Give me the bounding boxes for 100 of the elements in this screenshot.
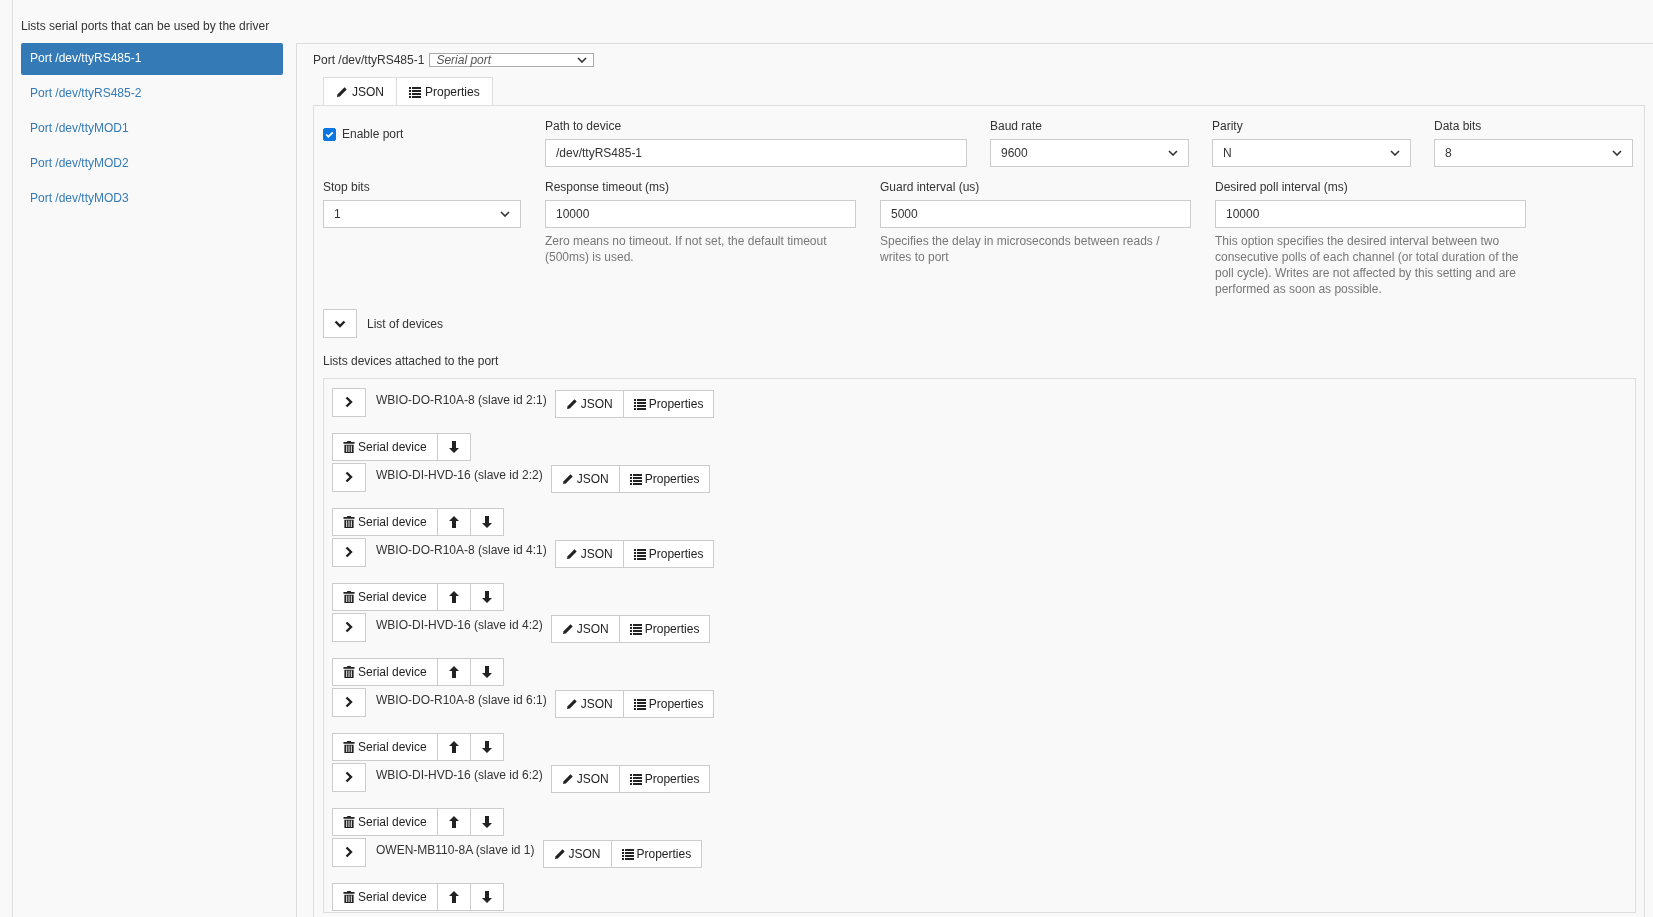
list-icon (633, 698, 646, 710)
properties-button[interactable]: Properties (622, 690, 715, 718)
move-down-button[interactable] (469, 808, 504, 836)
pencil-icon (561, 473, 574, 485)
move-down-button[interactable] (436, 433, 471, 461)
port-link[interactable]: Port /dev/ttyMOD3 (21, 183, 283, 215)
move-down-button[interactable] (469, 733, 504, 761)
list-icon (633, 398, 646, 410)
move-down-button[interactable] (469, 583, 504, 611)
field-label: Desired poll interval (ms) (1215, 180, 1349, 194)
json-button[interactable]: JSON (550, 765, 620, 793)
input-field[interactable]: /dev/ttyRS485-1 (545, 139, 967, 167)
json-button[interactable]: JSON (550, 615, 620, 643)
arrow-down-icon (480, 516, 493, 528)
input-field[interactable]: 5000 (880, 200, 1191, 228)
properties-button[interactable]: Properties (622, 540, 715, 568)
arrow-down-icon (447, 441, 460, 453)
collapse-button[interactable] (323, 309, 357, 338)
input-field[interactable]: 10000 (545, 200, 856, 228)
list-icon (629, 473, 642, 485)
chevron-down-icon (577, 57, 588, 63)
delete-device-button[interactable]: Serial device (332, 658, 438, 686)
port-title: Port /dev/ttyRS485-1 (313, 53, 425, 67)
chevron-right-icon (343, 396, 355, 408)
pencil-icon (561, 773, 574, 785)
select-field[interactable]: 1 (323, 200, 521, 228)
trash-icon (343, 741, 355, 753)
arrow-up-icon (447, 666, 460, 678)
move-up-button[interactable] (436, 508, 471, 536)
port-link[interactable]: Port /dev/ttyRS485-1 (21, 43, 283, 75)
list-icon (621, 848, 634, 860)
trash-icon (343, 891, 355, 903)
trash-icon (343, 441, 355, 453)
move-up-button[interactable] (436, 733, 471, 761)
move-down-button[interactable] (469, 883, 504, 911)
properties-button[interactable]: Properties (618, 615, 711, 643)
input-field[interactable]: 10000 (1215, 200, 1526, 228)
arrow-up-icon (447, 891, 460, 903)
pencil-icon (561, 623, 574, 635)
delete-device-button[interactable]: Serial device (332, 883, 438, 911)
help-text: This option specifies the desired interval between two consecutive polls of each channel (or total duration of the poll cycle). Writes are not affected by this setting and are performed as soon as possible. (1215, 233, 1520, 297)
move-down-button[interactable] (469, 508, 504, 536)
device-name: WBIO-DI-HVD-16 (slave id 6:2) (376, 768, 543, 782)
port-link[interactable]: Port /dev/ttyRS485-2 (21, 78, 283, 110)
move-up-button[interactable] (436, 583, 471, 611)
port-link[interactable]: Port /dev/ttyMOD2 (21, 148, 283, 180)
select-field[interactable]: N (1212, 139, 1411, 167)
move-up-button[interactable] (436, 808, 471, 836)
arrow-down-icon (480, 591, 493, 603)
delete-device-button[interactable]: Serial device (332, 433, 438, 461)
help-text: Zero means no timeout. If not set, the default timeout (500ms) is used. (545, 233, 828, 265)
move-down-button[interactable] (469, 658, 504, 686)
list-icon (633, 548, 646, 560)
delete-device-button[interactable]: Serial device (332, 508, 438, 536)
chevron-down-icon (500, 211, 510, 217)
properties-button[interactable]: Properties (622, 390, 715, 418)
editor-tab[interactable]: JSON (323, 77, 397, 105)
field-label: Path to device (545, 119, 623, 133)
expand-button[interactable] (332, 612, 366, 642)
devices-heading: Lists devices attached to the port (323, 354, 500, 368)
expand-button[interactable] (332, 537, 366, 567)
chevron-down-icon (1612, 150, 1622, 156)
properties-button[interactable]: Properties (610, 840, 703, 868)
field-label: Guard interval (us) (880, 180, 981, 194)
field-label: Response timeout (ms) (545, 180, 671, 194)
move-up-button[interactable] (436, 883, 471, 911)
expand-button[interactable] (332, 837, 366, 867)
select-field[interactable]: 8 (1434, 139, 1633, 167)
device-name: WBIO-DO-R10A-8 (slave id 4:1) (376, 543, 547, 557)
json-button[interactable]: JSON (554, 540, 624, 568)
expand-button[interactable] (332, 462, 366, 492)
pencil-icon (565, 398, 578, 410)
select-field[interactable]: 9600 (990, 139, 1189, 167)
field-label: Stop bits (323, 180, 371, 194)
field-label: Data bits (1434, 119, 1483, 133)
chevron-down-icon (1168, 150, 1178, 156)
expand-button[interactable] (332, 762, 366, 792)
expand-button[interactable] (332, 687, 366, 717)
chevron-right-icon (343, 846, 355, 858)
expand-button[interactable] (332, 387, 366, 417)
json-button[interactable]: JSON (542, 840, 612, 868)
enable-label: Enable port (342, 127, 404, 141)
move-up-button[interactable] (436, 658, 471, 686)
device-name: WBIO-DO-R10A-8 (slave id 6:1) (376, 693, 547, 707)
editor-tab[interactable]: Properties (396, 77, 493, 105)
properties-button[interactable]: Properties (618, 765, 711, 793)
json-button[interactable]: JSON (550, 465, 620, 493)
enable-checkbox[interactable] (323, 127, 336, 141)
properties-button[interactable]: Properties (618, 465, 711, 493)
list-icon (409, 85, 421, 98)
delete-device-button[interactable]: Serial device (332, 583, 438, 611)
ports-heading: Lists serial ports that can be used by the driver (21, 18, 271, 35)
port-link[interactable]: Port /dev/ttyMOD1 (21, 113, 283, 145)
trash-icon (343, 816, 355, 828)
json-button[interactable]: JSON (554, 390, 624, 418)
port-type-select[interactable]: Serial port (429, 53, 595, 67)
delete-device-button[interactable]: Serial device (332, 808, 438, 836)
json-button[interactable]: JSON (554, 690, 624, 718)
pencil-icon (336, 85, 348, 98)
delete-device-button[interactable]: Serial device (332, 733, 438, 761)
